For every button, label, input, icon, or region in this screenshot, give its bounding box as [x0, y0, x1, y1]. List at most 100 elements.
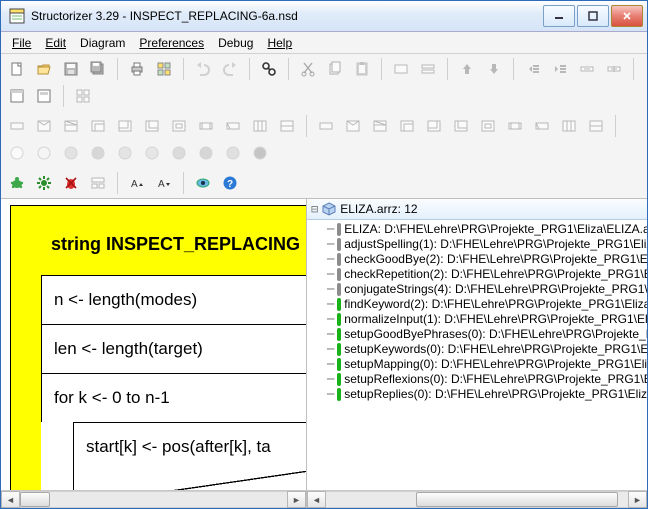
- color-red-icon[interactable]: [86, 141, 110, 165]
- tree-item[interactable]: ─checkGoodBye(2): D:\FHE\Lehre\PRG\Proje…: [307, 252, 647, 267]
- scroll-thumb[interactable]: [20, 492, 50, 507]
- open-icon[interactable]: [32, 57, 56, 81]
- scroll-left-icon[interactable]: ◄: [1, 491, 20, 508]
- right-hscroll[interactable]: ◄ ►: [307, 490, 647, 508]
- ins-forever-icon[interactable]: [167, 114, 191, 138]
- add-repeat-icon[interactable]: [449, 114, 473, 138]
- font-down-icon[interactable]: A: [152, 171, 176, 195]
- nsd-condition-shape[interactable]: [73, 471, 306, 490]
- nsd-loop[interactable]: for k <- 0 to n-1: [41, 373, 306, 422]
- color-green-icon[interactable]: [113, 141, 137, 165]
- add-case-icon[interactable]: [368, 114, 392, 138]
- tree-item[interactable]: ─setupMapping(0): D:\FHE\Lehre\PRG\Proje…: [307, 357, 647, 372]
- tree-item[interactable]: ─setupReflexions(0): D:\FHE\Lehre\PRG\Pr…: [307, 372, 647, 387]
- add-rect-icon[interactable]: [314, 114, 338, 138]
- font-up-icon[interactable]: A: [125, 171, 149, 195]
- collapse-toggle-icon[interactable]: ⊟: [311, 202, 318, 216]
- grid-icon[interactable]: [71, 84, 95, 108]
- redo-icon[interactable]: [218, 57, 242, 81]
- add-forever-icon[interactable]: [476, 114, 500, 138]
- tree-item[interactable]: ─ELIZA: D:\FHE\Lehre\PRG\Projekte_PRG1\E…: [307, 222, 647, 237]
- nsd-title[interactable]: string INSPECT_REPLACING: [41, 216, 306, 275]
- ins-alt-icon[interactable]: [32, 114, 56, 138]
- tree-item[interactable]: ─setupReplies(0): D:\FHE\Lehre\PRG\Proje…: [307, 387, 647, 402]
- menu-help[interactable]: Help: [260, 34, 299, 52]
- ins-repeat-icon[interactable]: [140, 114, 164, 138]
- elem1-icon[interactable]: [389, 57, 413, 81]
- nsd-line1[interactable]: n <- length(modes): [41, 275, 306, 324]
- scroll-thumb[interactable]: [416, 492, 618, 507]
- undo-icon[interactable]: [191, 57, 215, 81]
- gear-icon[interactable]: [32, 171, 56, 195]
- close-button[interactable]: [611, 5, 643, 27]
- add-for-icon[interactable]: [395, 114, 419, 138]
- menu-diagram[interactable]: Diagram: [73, 34, 132, 52]
- menu-edit[interactable]: Edit: [38, 34, 73, 52]
- tree-item[interactable]: ─normalizeInput(1): D:\FHE\Lehre\PRG\Pro…: [307, 312, 647, 327]
- paste-icon[interactable]: [350, 57, 374, 81]
- scroll-left-icon[interactable]: ◄: [307, 491, 326, 508]
- ins-call-icon[interactable]: [194, 114, 218, 138]
- turtle-icon[interactable]: [5, 171, 29, 195]
- nsd-line2[interactable]: len <- length(target): [41, 324, 306, 373]
- cut-icon[interactable]: [296, 57, 320, 81]
- color-cyan-icon[interactable]: [140, 141, 164, 165]
- tree-item[interactable]: ─conjugateStrings(4): D:\FHE\Lehre\PRG\P…: [307, 282, 647, 297]
- ins-case-icon[interactable]: [59, 114, 83, 138]
- minimize-button[interactable]: [543, 5, 575, 27]
- print-icon[interactable]: [125, 57, 149, 81]
- add-try-icon[interactable]: [584, 114, 608, 138]
- new-icon[interactable]: [5, 57, 29, 81]
- expand-icon[interactable]: [602, 57, 626, 81]
- save-all-icon[interactable]: [86, 57, 110, 81]
- scroll-right-icon[interactable]: ►: [287, 491, 306, 508]
- tree-item[interactable]: ─findKeyword(2): D:\FHE\Lehre\PRG\Projek…: [307, 297, 647, 312]
- ins-while-icon[interactable]: [113, 114, 137, 138]
- tree-item[interactable]: ─setupKeywords(0): D:\FHE\Lehre\PRG\Proj…: [307, 342, 647, 357]
- nsd-body1[interactable]: start[k] <- pos(after[k], ta: [73, 422, 306, 471]
- help-icon[interactable]: ?: [218, 171, 242, 195]
- add-while-icon[interactable]: [422, 114, 446, 138]
- color-orange-icon[interactable]: [59, 141, 83, 165]
- menu-debug[interactable]: Debug: [211, 34, 260, 52]
- add-alt-icon[interactable]: [341, 114, 365, 138]
- ins-for-icon[interactable]: [86, 114, 110, 138]
- save-icon[interactable]: [59, 57, 83, 81]
- nsd-diagram[interactable]: string INSPECT_REPLACING n <- length(mod…: [10, 205, 306, 490]
- menu-file[interactable]: File: [5, 34, 38, 52]
- add-para-icon[interactable]: [557, 114, 581, 138]
- find-icon[interactable]: [257, 57, 281, 81]
- elem2-icon[interactable]: [416, 57, 440, 81]
- copy-icon[interactable]: [323, 57, 347, 81]
- movedown-icon[interactable]: [482, 57, 506, 81]
- color-blue-icon[interactable]: [167, 141, 191, 165]
- eye-icon[interactable]: [191, 171, 215, 195]
- tree-item[interactable]: ─adjustSpelling(1): D:\FHE\Lehre\PRG\Pro…: [307, 237, 647, 252]
- ins-rect-icon[interactable]: [5, 114, 29, 138]
- box2-icon[interactable]: [32, 84, 56, 108]
- left-hscroll[interactable]: ◄ ►: [1, 490, 306, 508]
- box1-icon[interactable]: [5, 84, 29, 108]
- color-yellow-icon[interactable]: [32, 141, 56, 165]
- color-white-icon[interactable]: [5, 141, 29, 165]
- scroll-right-icon[interactable]: ►: [628, 491, 647, 508]
- outdent-icon[interactable]: [521, 57, 545, 81]
- ins-try-icon[interactable]: [275, 114, 299, 138]
- moveup-icon[interactable]: [455, 57, 479, 81]
- ins-jump-icon[interactable]: [221, 114, 245, 138]
- color-purple-icon[interactable]: [194, 141, 218, 165]
- tree-item[interactable]: ─setupGoodByePhrases(0): D:\FHE\Lehre\PR…: [307, 327, 647, 342]
- ins-para-icon[interactable]: [248, 114, 272, 138]
- tree-root[interactable]: ⊟ ELIZA.arrz: 12: [307, 199, 647, 220]
- color-gray-icon[interactable]: [221, 141, 245, 165]
- indent-icon[interactable]: [548, 57, 572, 81]
- add-jump-icon[interactable]: [530, 114, 554, 138]
- menu-preferences[interactable]: Preferences: [132, 34, 211, 52]
- tree-item[interactable]: ─checkRepetition(2): D:\FHE\Lehre\PRG\Pr…: [307, 267, 647, 282]
- collapse-icon[interactable]: [575, 57, 599, 81]
- struct-icon[interactable]: [86, 171, 110, 195]
- maximize-button[interactable]: [577, 5, 609, 27]
- arrange-icon[interactable]: [152, 57, 176, 81]
- bug-icon[interactable]: [59, 171, 83, 195]
- add-call-icon[interactable]: [503, 114, 527, 138]
